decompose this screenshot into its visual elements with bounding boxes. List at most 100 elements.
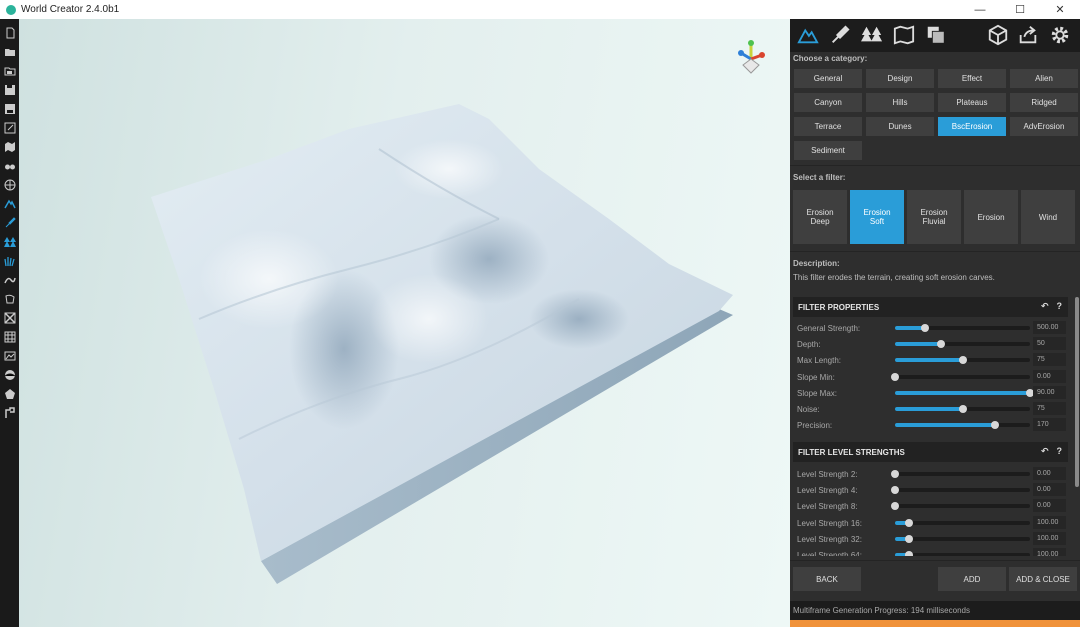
properties-scrollbar[interactable]	[1075, 297, 1079, 487]
property-slider[interactable]	[891, 486, 1030, 495]
property-slider[interactable]	[895, 551, 1030, 556]
trees-icon[interactable]	[860, 23, 884, 47]
category-button-ridged[interactable]: Ridged	[1010, 93, 1078, 112]
back-button[interactable]: BACK	[793, 567, 861, 591]
map-icon[interactable]	[3, 140, 16, 153]
category-button-sediment[interactable]: Sediment	[794, 141, 862, 160]
property-value-field[interactable]: 170	[1033, 418, 1066, 432]
property-slider[interactable]	[891, 470, 1030, 478]
slider-handle[interactable]	[904, 534, 913, 543]
category-button-alien[interactable]: Alien	[1010, 69, 1078, 88]
category-button-dunes[interactable]: Dunes	[866, 117, 934, 136]
filter-properties-header[interactable]: FILTER PROPERTIES ↶ ?	[793, 297, 1068, 317]
property-slider[interactable]	[891, 372, 1030, 381]
slider-handle[interactable]	[891, 470, 899, 478]
property-value-field[interactable]: 90.00	[1033, 385, 1066, 399]
orientation-gizmo-icon[interactable]	[731, 37, 771, 77]
category-button-bscerosion[interactable]: BscErosion	[938, 117, 1006, 136]
slider-handle[interactable]	[990, 421, 999, 430]
property-slider[interactable]	[895, 356, 1030, 365]
globe-icon[interactable]	[3, 178, 16, 191]
category-button-general[interactable]: General	[794, 69, 862, 88]
wave-icon[interactable]	[3, 273, 16, 286]
slider-handle[interactable]	[958, 405, 967, 413]
property-value-field[interactable]: 0.00	[1033, 369, 1066, 383]
export-icon[interactable]	[3, 121, 16, 134]
close-button[interactable]: ✕	[1040, 0, 1080, 19]
slider-handle[interactable]	[958, 356, 967, 365]
layers-icon[interactable]	[924, 23, 948, 47]
property-slider[interactable]	[891, 502, 1030, 511]
slider-handle[interactable]	[891, 486, 899, 495]
sky-icon[interactable]	[3, 368, 16, 381]
category-button-canyon[interactable]: Canyon	[794, 93, 862, 112]
binoculars-icon[interactable]	[3, 159, 16, 172]
brush-icon[interactable]	[828, 23, 852, 47]
slider-handle[interactable]	[891, 372, 899, 381]
save-as-icon[interactable]	[3, 102, 16, 115]
terrain-viewport[interactable]	[19, 19, 790, 627]
level-strengths-header[interactable]: FILTER LEVEL STRENGTHS ↶ ?	[793, 442, 1068, 462]
property-value-field[interactable]: 0.00	[1033, 483, 1066, 497]
filter-button[interactable]: Erosion	[964, 190, 1018, 244]
property-slider[interactable]	[895, 324, 1030, 332]
filter-button[interactable]: Wind	[1021, 190, 1075, 244]
gear-icon[interactable]	[1048, 23, 1072, 47]
tiles-icon[interactable]	[3, 330, 16, 343]
mountain-icon[interactable]	[796, 23, 820, 47]
category-button-hills[interactable]: Hills	[866, 93, 934, 112]
property-value-field[interactable]: 0.00	[1033, 499, 1066, 513]
filter-button[interactable]: Erosion Soft	[850, 190, 904, 244]
category-button-design[interactable]: Design	[866, 69, 934, 88]
share-icon[interactable]	[1016, 23, 1040, 47]
category-button-terrace[interactable]: Terrace	[794, 117, 862, 136]
filter-button[interactable]: Erosion Deep	[793, 190, 847, 244]
maximize-button[interactable]: ☐	[1000, 0, 1040, 19]
slider-handle[interactable]	[891, 502, 899, 511]
reset-arrow-icon[interactable]: ↶	[1041, 446, 1049, 457]
forest-icon[interactable]	[3, 235, 16, 248]
property-value-field[interactable]: 100.00	[1033, 515, 1066, 529]
map-icon[interactable]	[892, 23, 916, 47]
properties-scroll-area[interactable]: FILTER PROPERTIES ↶ ? General Strength: 5…	[793, 295, 1071, 556]
category-button-adverosion[interactable]: AdvErosion	[1010, 117, 1078, 136]
filter-button[interactable]: Erosion Fluvial	[907, 190, 961, 244]
light-icon[interactable]	[3, 387, 16, 400]
slider-handle[interactable]	[920, 324, 929, 332]
grass-icon[interactable]	[3, 254, 16, 267]
brush-icon[interactable]	[3, 216, 16, 229]
property-value-field[interactable]: 100.00	[1033, 548, 1066, 556]
add-button[interactable]: ADD	[938, 567, 1006, 591]
terrain-mesh[interactable]	[19, 19, 790, 627]
property-value-field[interactable]: 100.00	[1033, 531, 1066, 545]
terrain-filter-icon[interactable]	[3, 197, 16, 210]
category-button-effect[interactable]: Effect	[938, 69, 1006, 88]
add-close-button[interactable]: ADD & CLOSE	[1009, 567, 1077, 591]
property-slider[interactable]	[895, 421, 1030, 430]
image-icon[interactable]	[3, 349, 16, 362]
property-value-field[interactable]: 75	[1033, 402, 1066, 415]
property-slider[interactable]	[895, 518, 1030, 527]
property-slider[interactable]	[895, 340, 1030, 349]
open-folder-icon[interactable]	[3, 45, 16, 58]
open-recent-icon[interactable]	[3, 64, 16, 77]
help-button[interactable]: ?	[1057, 446, 1063, 457]
property-value-field[interactable]: 50	[1033, 337, 1066, 351]
cube-icon[interactable]	[986, 23, 1010, 47]
property-slider[interactable]	[895, 534, 1030, 543]
property-value-field[interactable]: 500.00	[1033, 321, 1066, 334]
property-value-field[interactable]: 0.00	[1033, 467, 1066, 480]
slider-handle[interactable]	[904, 518, 913, 527]
grid-icon[interactable]	[3, 311, 16, 324]
property-slider[interactable]	[895, 388, 1034, 397]
property-value-field[interactable]: 75	[1033, 353, 1066, 367]
save-icon[interactable]	[3, 83, 16, 96]
slider-handle[interactable]	[936, 340, 945, 349]
category-button-plateaus[interactable]: Plateaus	[938, 93, 1006, 112]
minimize-button[interactable]: —	[960, 0, 1000, 19]
reset-arrow-icon[interactable]: ↶	[1041, 301, 1049, 312]
unit-icon[interactable]	[3, 406, 16, 419]
stamp-icon[interactable]	[3, 292, 16, 305]
new-file-icon[interactable]	[3, 26, 16, 39]
slider-handle[interactable]	[904, 551, 913, 556]
